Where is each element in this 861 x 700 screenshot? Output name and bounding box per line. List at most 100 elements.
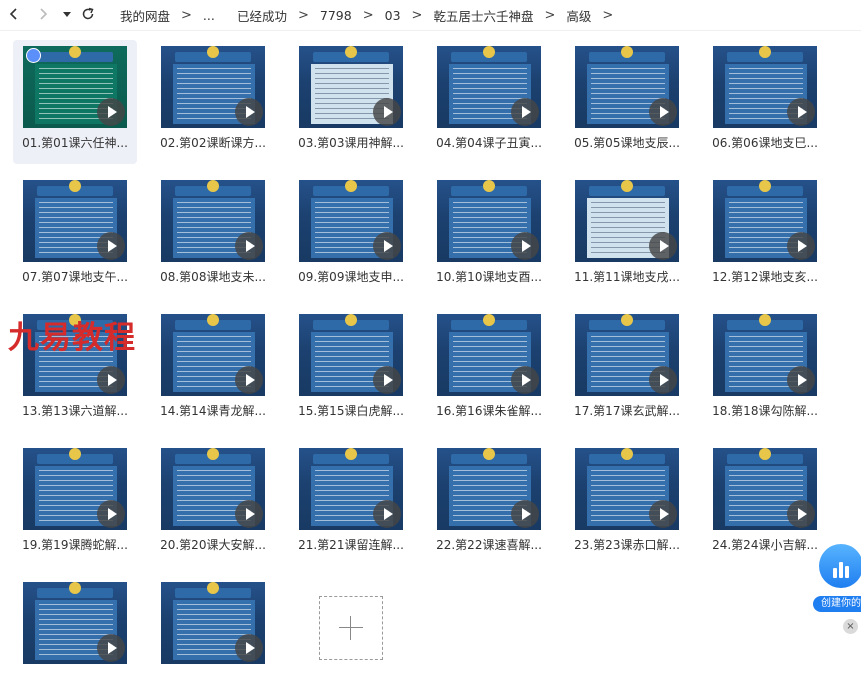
play-icon[interactable] — [235, 232, 263, 260]
play-icon[interactable] — [235, 634, 263, 662]
add-file-button[interactable] — [319, 596, 383, 660]
file-item[interactable]: 09.第09课地支申... — [289, 174, 413, 298]
file-item[interactable]: 16.第16课朱雀解... — [427, 308, 551, 432]
file-item[interactable]: 14.第14课青龙解... — [151, 308, 275, 432]
file-item[interactable]: 01.第01课六任神... — [13, 40, 137, 164]
play-icon[interactable] — [235, 98, 263, 126]
play-icon[interactable] — [97, 232, 125, 260]
play-icon[interactable] — [373, 366, 401, 394]
play-icon[interactable] — [649, 232, 677, 260]
video-thumbnail — [161, 180, 265, 262]
breadcrumb-separator: > — [602, 7, 614, 23]
video-thumbnail — [437, 46, 541, 128]
play-icon[interactable] — [649, 98, 677, 126]
file-item[interactable]: 10.第10课地支酉... — [427, 174, 551, 298]
play-icon[interactable] — [97, 98, 125, 126]
file-name: 11.第11课地支戌... — [574, 270, 680, 284]
play-icon[interactable] — [787, 98, 815, 126]
play-icon[interactable] — [97, 366, 125, 394]
file-item[interactable]: 21.第21课留连解... — [289, 442, 413, 566]
file-item[interactable]: 07.第07课地支午... — [13, 174, 137, 298]
file-item[interactable]: 11.第11课地支戌... — [565, 174, 689, 298]
file-name: 17.第17课玄武解... — [574, 404, 680, 418]
video-thumbnail — [23, 180, 127, 262]
file-item[interactable]: 23.第23课赤口解... — [565, 442, 689, 566]
file-item[interactable]: 22.第22课速喜解... — [427, 442, 551, 566]
breadcrumb-item[interactable]: 乾五居士六壬神盘 — [431, 6, 535, 25]
play-icon[interactable] — [511, 500, 539, 528]
play-icon[interactable] — [787, 500, 815, 528]
video-thumbnail — [713, 180, 817, 262]
file-item[interactable]: 03.第03课用神解... — [289, 40, 413, 164]
forward-button[interactable] — [32, 3, 54, 25]
play-icon[interactable] — [649, 500, 677, 528]
file-item[interactable]: 19.第19课腾蛇解... — [13, 442, 137, 566]
video-thumbnail — [437, 180, 541, 262]
file-item[interactable]: 08.第08课地支未... — [151, 174, 275, 298]
breadcrumb-item[interactable]: 7798 — [318, 8, 354, 23]
play-icon[interactable] — [235, 366, 263, 394]
play-icon[interactable] — [511, 366, 539, 394]
play-icon[interactable] — [787, 366, 815, 394]
refresh-button[interactable] — [77, 3, 99, 25]
video-thumbnail — [161, 448, 265, 530]
video-thumbnail — [713, 46, 817, 128]
play-icon[interactable] — [649, 366, 677, 394]
file-name: 13.第13课六道解... — [22, 404, 128, 418]
file-item[interactable]: 20.第20课大安解... — [151, 442, 275, 566]
file-name: 21.第21课留连解... — [298, 538, 404, 552]
play-icon[interactable] — [97, 500, 125, 528]
play-icon[interactable] — [373, 500, 401, 528]
breadcrumb-separator: > — [411, 7, 423, 23]
breadcrumb-separator: > — [362, 7, 374, 23]
video-thumbnail — [299, 448, 403, 530]
play-icon[interactable] — [373, 232, 401, 260]
breadcrumb-item[interactable]: 已经成功 — [235, 6, 289, 25]
play-icon[interactable] — [511, 232, 539, 260]
file-item[interactable]: 18.第18课勾陈解... — [703, 308, 827, 432]
breadcrumb-item[interactable]: 我的网盘 — [118, 6, 172, 25]
file-item[interactable] — [13, 576, 137, 700]
file-name: 16.第16课朱雀解... — [436, 404, 542, 418]
file-name: 15.第15课白虎解... — [298, 404, 404, 418]
breadcrumb-item[interactable]: 高级 — [564, 6, 593, 25]
create-float-button[interactable]: 创建你的 — [813, 542, 861, 612]
video-thumbnail — [437, 314, 541, 396]
back-button[interactable] — [3, 3, 25, 25]
breadcrumb-item[interactable]: ... — [201, 8, 217, 23]
check-icon[interactable] — [26, 48, 41, 63]
play-icon[interactable] — [97, 634, 125, 662]
play-icon[interactable] — [511, 98, 539, 126]
video-thumbnail — [299, 314, 403, 396]
breadcrumb-separator: > — [181, 7, 192, 23]
file-item[interactable] — [151, 576, 275, 700]
play-icon[interactable] — [373, 98, 401, 126]
close-icon[interactable]: × — [843, 619, 858, 634]
video-thumbnail — [713, 314, 817, 396]
chevron-right-icon — [40, 8, 48, 20]
chevron-left-icon — [9, 8, 17, 20]
file-item[interactable]: 17.第17课玄武解... — [565, 308, 689, 432]
file-item[interactable]: 04.第04课子丑寅... — [427, 40, 551, 164]
file-item[interactable]: 05.第05课地支辰... — [565, 40, 689, 164]
play-icon[interactable] — [787, 232, 815, 260]
file-item[interactable]: 02.第02课断课方... — [151, 40, 275, 164]
video-thumbnail — [575, 180, 679, 262]
breadcrumb-item[interactable]: 03 — [383, 8, 403, 23]
file-item[interactable]: 12.第12课地支亥... — [703, 174, 827, 298]
video-thumbnail — [23, 448, 127, 530]
file-item[interactable]: 15.第15课白虎解... — [289, 308, 413, 432]
history-dropdown[interactable] — [56, 3, 78, 25]
file-name: 04.第04课子丑寅... — [436, 136, 542, 150]
chart-icon — [819, 544, 861, 588]
play-icon[interactable] — [235, 500, 263, 528]
file-name: 10.第10课地支酉... — [436, 270, 542, 284]
file-item[interactable]: 24.第24课小吉解... — [703, 442, 827, 566]
video-thumbnail — [161, 314, 265, 396]
file-item[interactable]: 06.第06课地支巳... — [703, 40, 827, 164]
file-name: 23.第23课赤口解... — [574, 538, 680, 552]
file-name: 24.第24课小吉解... — [712, 538, 818, 552]
file-name: 18.第18课勾陈解... — [712, 404, 818, 418]
video-thumbnail — [575, 448, 679, 530]
file-name: 20.第20课大安解... — [160, 538, 266, 552]
